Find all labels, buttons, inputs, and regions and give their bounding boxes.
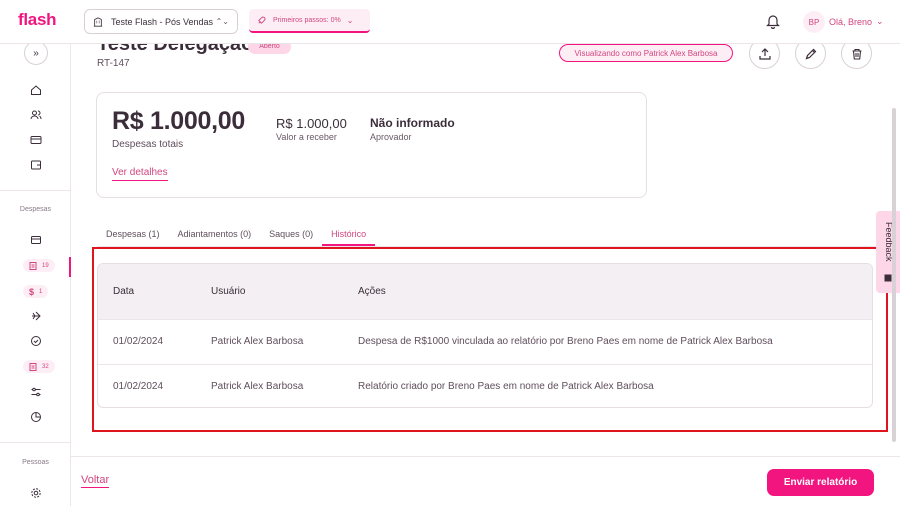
sidebar: » Despesas 19 $ 1 32 Pessoas — [0, 41, 71, 506]
company-selector[interactable]: Teste Flash - Pós Vendas ⌃⌄ — [84, 9, 238, 34]
footer-bar: Voltar Enviar relatório — [71, 456, 900, 506]
company-name: Teste Flash - Pós Vendas — [111, 16, 214, 27]
total-expenses-value: R$ 1.000,00 — [112, 107, 245, 135]
tab-withdrawals[interactable]: Saques (0) — [260, 226, 322, 246]
sidebar-active-indicator — [69, 257, 71, 277]
tab-expenses[interactable]: Despesas (1) — [97, 226, 169, 246]
wallet-icon[interactable] — [30, 159, 42, 171]
back-link[interactable]: Voltar — [81, 474, 110, 488]
sidebar-item-reports[interactable]: 19 — [23, 259, 55, 272]
message-icon — [884, 274, 892, 282]
first-steps-label: Primeiros passos: 0% — [273, 16, 341, 24]
sidebar-item-advances[interactable]: $ 1 — [23, 285, 49, 298]
receipt-icon[interactable] — [30, 234, 42, 246]
building-icon — [93, 16, 103, 27]
top-bar: flash Teste Flash - Pós Vendas ⌃⌄ Primei… — [0, 0, 900, 44]
amount-to-receive-value: R$ 1.000,00 — [276, 116, 347, 131]
sidebar-section-expenses: Despesas — [19, 206, 52, 213]
highlight-annotation — [92, 247, 888, 432]
card-icon[interactable] — [30, 134, 42, 146]
scrollbar[interactable] — [892, 108, 896, 442]
home-icon[interactable] — [30, 84, 42, 96]
settings-icon[interactable] — [30, 487, 42, 499]
report-tabs: Despesas (1) Adiantamentos (0) Saques (0… — [97, 226, 376, 246]
tab-history[interactable]: Histórico — [322, 226, 376, 246]
check-circle-icon[interactable] — [30, 335, 42, 347]
approver-value: Não informado — [370, 116, 455, 130]
report-code: RT-147 — [97, 58, 130, 69]
user-avatar[interactable]: BP — [803, 11, 825, 33]
chevron-updown-icon: ⌃⌄ — [215, 17, 229, 26]
total-expenses-label: Despesas totais — [112, 139, 184, 150]
dollar-icon: $ — [29, 286, 35, 297]
chevron-down-icon: ⌄ — [876, 16, 884, 26]
pencil-icon — [805, 48, 816, 59]
submit-report-button[interactable]: Enviar relatório — [767, 469, 874, 496]
view-details-link[interactable]: Ver detalhes — [112, 167, 168, 181]
first-steps-button[interactable]: Primeiros passos: 0% ⌄ — [249, 9, 370, 33]
viewing-as-badge: Visualizando como Patrick Alex Barbosa — [559, 44, 733, 62]
amount-to-receive-label: Valor a receber — [276, 132, 337, 142]
document-icon — [29, 362, 37, 371]
advances-count: 1 — [39, 288, 43, 295]
summary-card: R$ 1.000,00 Despesas totais R$ 1.000,00 … — [96, 92, 647, 198]
approvals-count: 32 — [42, 363, 49, 370]
sliders-icon[interactable] — [30, 386, 42, 398]
sidebar-item-approvals[interactable]: 32 — [23, 360, 55, 373]
plane-icon[interactable] — [30, 310, 42, 322]
bell-icon[interactable] — [766, 14, 780, 29]
reports-count: 19 — [42, 262, 49, 269]
report-icon — [29, 261, 37, 270]
pie-chart-icon[interactable] — [30, 411, 42, 423]
greeting-text: Olá, Breno — [829, 16, 873, 27]
sidebar-divider — [0, 190, 71, 191]
trash-icon — [852, 48, 861, 60]
expand-sidebar-button[interactable]: » — [24, 41, 48, 65]
tab-advances[interactable]: Adiantamentos (0) — [169, 226, 261, 246]
sidebar-divider — [0, 442, 71, 443]
app-root: flash Teste Flash - Pós Vendas ⌃⌄ Primei… — [0, 0, 900, 506]
chevron-down-icon: ⌄ — [346, 15, 354, 25]
user-menu[interactable]: Olá, Breno ⌄ — [829, 16, 884, 27]
rocket-icon — [258, 15, 266, 24]
sidebar-section-people: Pessoas — [22, 459, 49, 466]
users-icon[interactable] — [30, 109, 42, 121]
upload-icon — [758, 47, 771, 60]
approver-label: Aprovador — [370, 132, 412, 142]
flash-logo[interactable]: flash — [18, 10, 56, 30]
